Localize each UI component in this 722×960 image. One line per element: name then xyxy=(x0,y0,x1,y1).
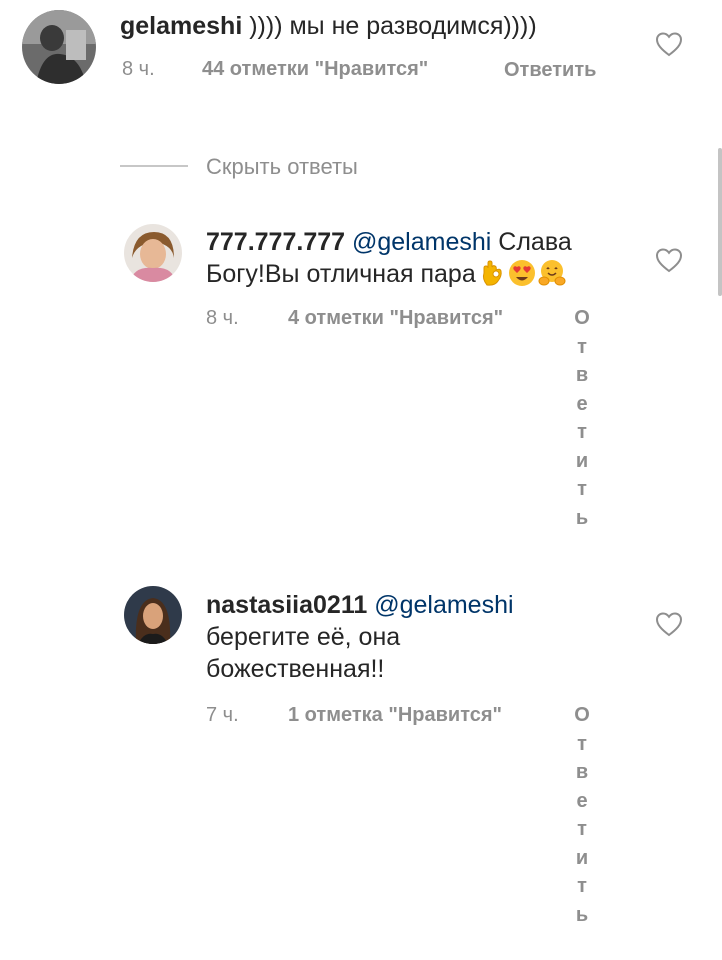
comment-username[interactable]: nastasiia0211 xyxy=(206,591,367,619)
scrollbar[interactable] xyxy=(718,148,722,296)
comment-mention[interactable]: @gelameshi xyxy=(374,591,513,619)
comment-username[interactable]: 777.777.777 xyxy=(206,228,345,256)
comment-mention[interactable]: @gelameshi xyxy=(352,228,491,256)
avatar-photo xyxy=(124,586,182,644)
reply-button[interactable]: Ответить xyxy=(572,701,592,929)
comment-time: 8 ч. xyxy=(206,307,239,329)
heart-outline-icon[interactable] xyxy=(655,247,683,273)
avatar-nastasiia0211[interactable] xyxy=(124,586,182,644)
comment-time: 8 ч. xyxy=(122,58,155,80)
comment-body: 777.777.777 @gelameshi Слава Богу!Вы отл… xyxy=(206,226,636,290)
comment-likes[interactable]: 44 отметки "Нравится" xyxy=(202,58,428,81)
comment-text: берегите её, она божественная!! xyxy=(206,623,401,683)
ok-hand-emoji xyxy=(482,260,502,286)
avatar-photo xyxy=(124,224,182,282)
heart-eyes-emoji xyxy=(508,260,535,286)
heart-outline-icon[interactable] xyxy=(655,31,683,57)
comment-likes[interactable]: 4 отметки "Нравится" xyxy=(288,307,503,330)
avatar-gelameshi[interactable] xyxy=(22,10,96,84)
comment-likes[interactable]: 1 отметка "Нравится" xyxy=(288,704,502,727)
reply-button[interactable]: Ответить xyxy=(572,304,592,532)
comment-username[interactable]: gelameshi xyxy=(120,12,242,40)
heart-outline-icon[interactable] xyxy=(655,611,683,637)
avatar-777[interactable] xyxy=(124,224,182,282)
comment-text: )))) мы не разводимся)))) xyxy=(242,12,537,40)
avatar-photo xyxy=(22,10,96,84)
hide-replies-button[interactable]: Скрыть ответы xyxy=(206,154,358,180)
comment-body: nastasiia0211 @gelameshi берегите её, он… xyxy=(206,589,566,685)
comment-body: gelameshi )))) мы не разводимся)))) xyxy=(120,10,620,42)
hugging-face-emoji xyxy=(538,260,566,286)
comment-time: 7 ч. xyxy=(206,704,239,726)
replies-divider-line xyxy=(120,165,188,167)
reply-button[interactable]: Ответить xyxy=(504,56,596,85)
